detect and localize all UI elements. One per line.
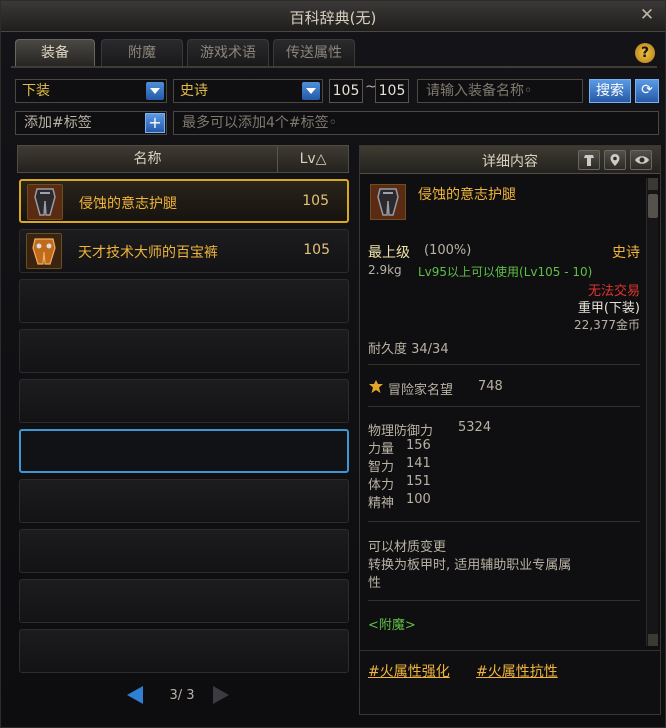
add-tag-label: 添加#标签 [24, 115, 92, 131]
add-tag-button[interactable]: + [145, 113, 165, 133]
help-icon[interactable]: ? [635, 43, 655, 63]
slot-select[interactable]: 下装 [15, 79, 167, 103]
empty-list-slot[interactable] [19, 479, 349, 523]
empty-list-slot[interactable] [19, 579, 349, 623]
stat-value: 151 [406, 474, 431, 489]
detail-scrollbar[interactable] [646, 178, 658, 646]
convert-note-line2: 性 [368, 576, 382, 591]
stat-value: 156 [406, 438, 431, 453]
filter-row: 下装 史诗 105 ~ 105 请输入装备名称◦ 搜索 ⟳ [15, 79, 661, 103]
stat-label: 体力 [368, 478, 395, 493]
fame-value: 748 [478, 379, 503, 394]
empty-list-slot[interactable] [19, 629, 349, 673]
armor-type: 重甲(下装) [577, 301, 640, 316]
tool-pants-icon [26, 233, 62, 269]
item-level: 105 [303, 242, 330, 258]
detail-item-name: 侵蚀的意志护腿 [418, 187, 516, 203]
weight: 2.9kg [368, 263, 402, 277]
stat-label: 力量 [368, 442, 395, 457]
list-item[interactable]: 天才技术大师的百宝裤 105 [19, 229, 349, 273]
empty-list-slot[interactable] [19, 429, 349, 473]
tab-divider [11, 66, 657, 68]
detail-body: 侵蚀的意志护腿 最上级 (100%) 史诗 2.9kg Lv95以上可以使用(L… [360, 176, 644, 648]
chevron-down-icon[interactable] [146, 82, 164, 100]
item-level: 105 [302, 193, 329, 209]
material-change-note: 可以材质变更 [368, 540, 447, 555]
tag-input[interactable]: 最多可以添加4个#标签◦ [173, 111, 659, 135]
separator [368, 406, 640, 407]
level-max-input[interactable]: 105 [375, 79, 409, 103]
location-pin-icon[interactable] [604, 150, 626, 170]
eye-icon[interactable] [630, 150, 652, 170]
list-item[interactable]: 侵蚀的意志护腿 105 [19, 179, 349, 223]
fame-icon [368, 379, 384, 399]
prev-page-icon[interactable] [127, 686, 143, 704]
empty-list-slot[interactable] [19, 379, 349, 423]
enchant-link-fire-enhance[interactable]: #火属性强化 [368, 661, 450, 681]
price: 22,377金币 [574, 318, 640, 332]
enchant-link-fire-resist[interactable]: #火属性抗性 [476, 661, 558, 681]
stat-label: 智力 [368, 460, 395, 475]
detail-panel: 详细内容 侵蚀的意志护腿 最上级 (100%) 史诗 2.9kg Lv95以上可… [359, 145, 661, 715]
fame-label: 冒险家名望 [388, 383, 454, 398]
scroll-down-icon[interactable] [648, 634, 658, 646]
close-icon[interactable]: ✕ [637, 5, 657, 25]
rarity-label: 史诗 [612, 245, 640, 261]
separator [368, 364, 640, 365]
pagination: 3/ 3 [17, 681, 349, 711]
leg-armor-icon [370, 184, 406, 220]
scroll-thumb[interactable] [648, 194, 658, 218]
detail-header: 详细内容 [360, 146, 660, 174]
enchant-section-header: <附魔> [368, 618, 416, 633]
equipment-name-input[interactable]: 请输入装备名称◦ [417, 79, 583, 103]
list-header: 名称 Lv△ [17, 145, 349, 173]
rarity-select[interactable]: 史诗 [173, 79, 323, 103]
scroll-up-icon[interactable] [648, 178, 658, 190]
tag-row: 添加#标签 + 最多可以添加4个#标签◦ [15, 111, 661, 135]
durability: 耐久度 34/34 [368, 342, 449, 357]
item-name: 侵蚀的意志护腿 [79, 196, 177, 212]
stat-label: 精神 [368, 496, 395, 511]
leg-armor-icon [27, 184, 63, 220]
encyclopedia-window: 百科辞典(无) ✕ 装备 附魔 游戏术语 传送属性 ? 下装 史诗 105 ~ … [0, 0, 666, 728]
column-header-level[interactable]: Lv△ [278, 146, 348, 172]
stat-value: 100 [406, 492, 431, 507]
avatar-preview-icon[interactable] [578, 150, 600, 170]
convert-note-line1: 转换为板甲时, 适用辅助职业专属属 [368, 558, 572, 573]
stat-value: 141 [406, 456, 431, 471]
tab-game-terms[interactable]: 游戏术语 [187, 39, 269, 67]
page-indicator: 3/ 3 [169, 688, 195, 703]
item-list-panel: 名称 Lv△ 侵蚀的意志护腿 105 天才技术大师的百宝裤 105 [17, 145, 349, 673]
next-page-icon[interactable] [213, 686, 229, 704]
separator [368, 600, 640, 601]
slot-select-value: 下装 [22, 83, 50, 99]
rarity-select-value: 史诗 [180, 83, 208, 99]
level-requirement: Lv95以上可以使用(Lv105 - 10) [418, 265, 593, 279]
item-name: 天才技术大师的百宝裤 [78, 245, 218, 261]
grade-label: 最上级 [368, 245, 410, 261]
tab-enchant[interactable]: 附魔 [101, 39, 183, 67]
grade-percent: (100%) [424, 243, 472, 258]
tab-equipment[interactable]: 装备 [15, 39, 95, 67]
empty-list-slot[interactable] [19, 329, 349, 373]
enchant-links: #火属性强化 #火属性抗性 [360, 650, 660, 714]
empty-list-slot[interactable] [19, 279, 349, 323]
titlebar[interactable]: 百科辞典(无) ✕ [1, 1, 665, 32]
tab-transfer-attributes[interactable]: 传送属性 [273, 39, 355, 67]
refresh-icon[interactable]: ⟳ [635, 79, 659, 103]
column-header-name[interactable]: 名称 [18, 146, 278, 172]
window-title: 百科辞典(无) [289, 9, 377, 27]
search-button[interactable]: 搜索 [589, 79, 631, 103]
stat-value: 5324 [458, 420, 492, 435]
chevron-down-icon[interactable] [302, 82, 320, 100]
separator [368, 521, 640, 522]
stat-label: 物理防御力 [368, 424, 434, 439]
level-min-input[interactable]: 105 [329, 79, 363, 103]
empty-list-slot[interactable] [19, 529, 349, 573]
